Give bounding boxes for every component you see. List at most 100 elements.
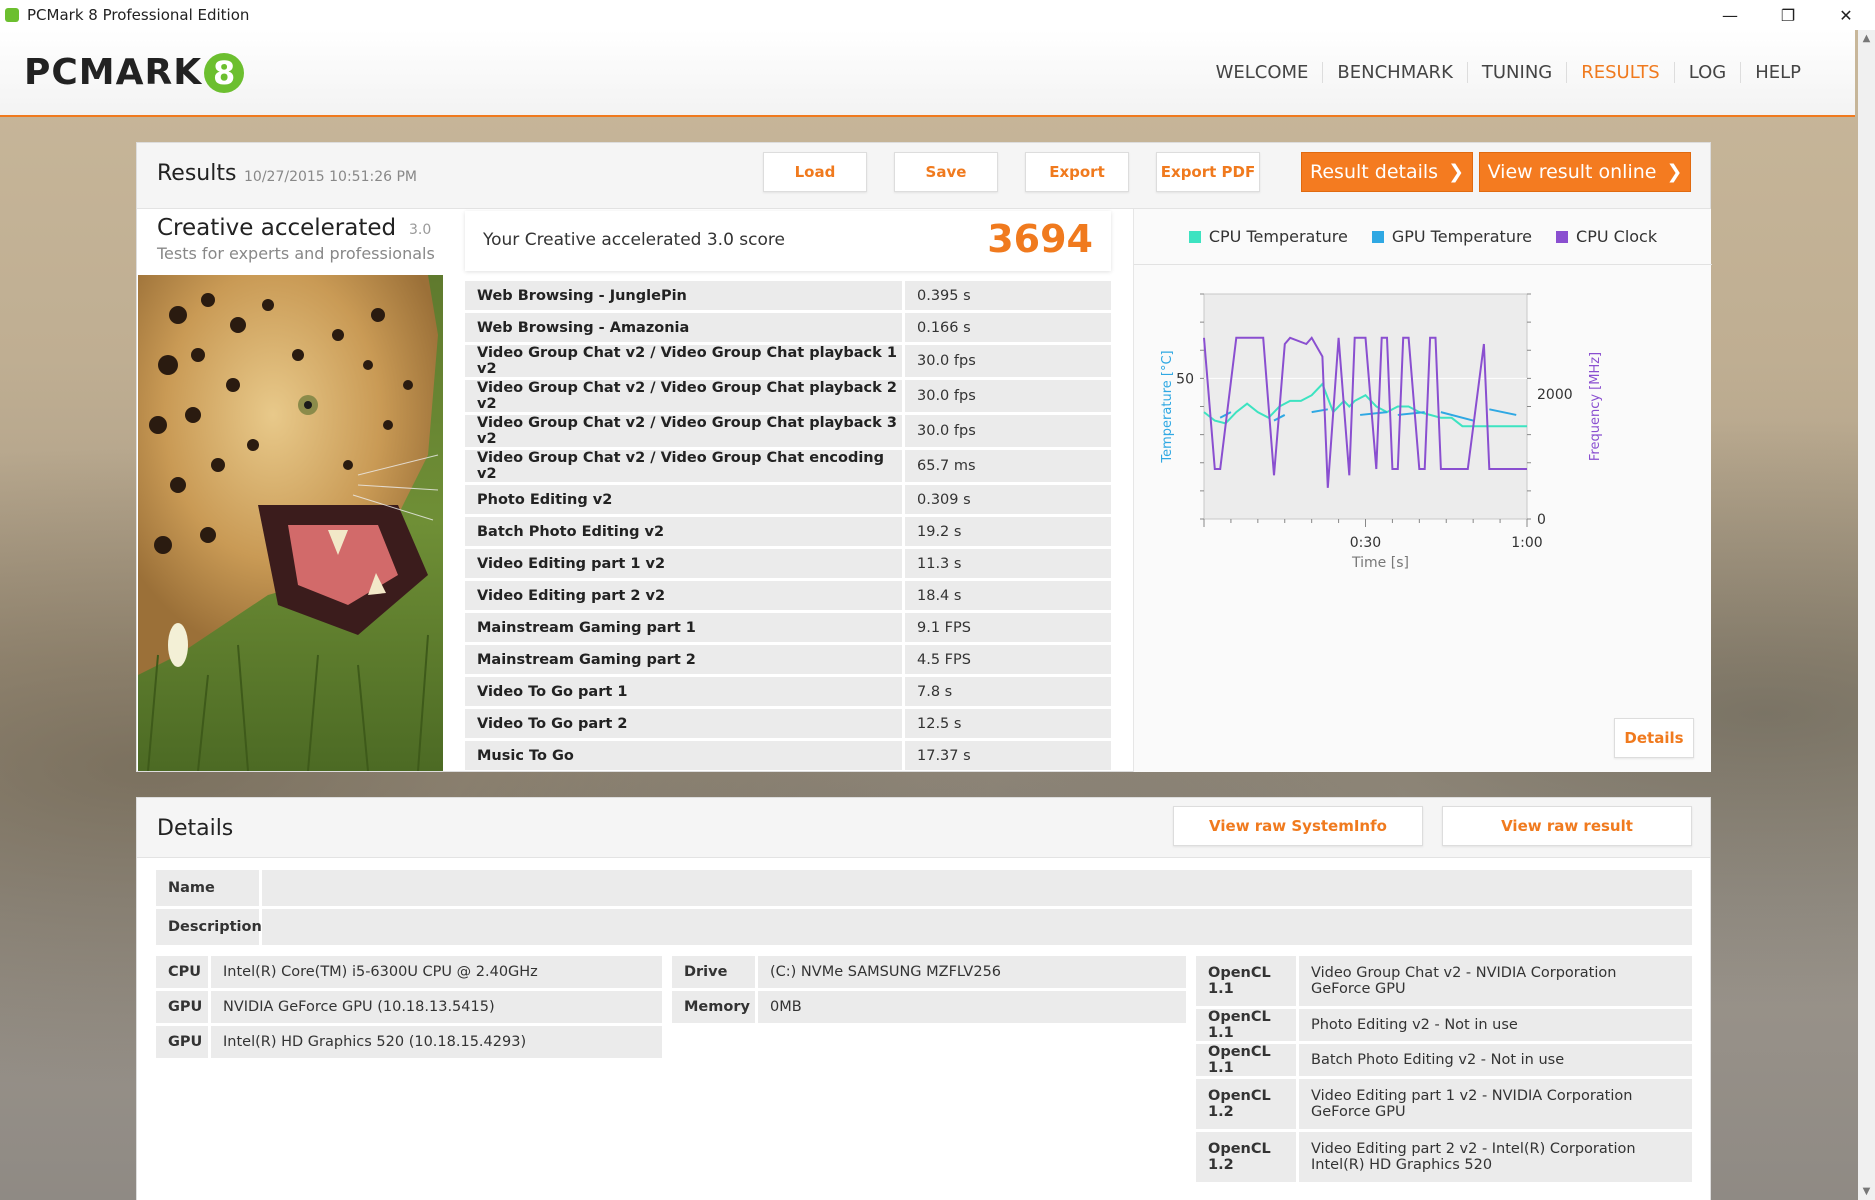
score-row: Video Group Chat v2 / Video Group Chat e… [465, 450, 1111, 482]
restore-button[interactable]: ❐ [1759, 0, 1817, 30]
info-row: Drive (C:) NVMe SAMSUNG MZFLV256 [672, 956, 1186, 988]
y-left-axis-label: Temperature [°C] [1160, 350, 1175, 463]
info-row: Memory 0MB [672, 991, 1186, 1023]
score-row-name: Mainstream Gaming part 1 [465, 613, 905, 642]
score-row-value: 4.5 FPS [905, 645, 1111, 674]
score-row-name: Mainstream Gaming part 2 [465, 645, 905, 674]
name-value[interactable] [262, 870, 1692, 906]
score-box: Your Creative accelerated 3.0 score 3694 [465, 211, 1111, 271]
score-row: Photo Editing v2 0.309 s [465, 485, 1111, 514]
chart-details-button[interactable]: Details [1614, 718, 1694, 758]
nav-results[interactable]: RESULTS [1566, 62, 1673, 83]
score-row: Music To Go 17.37 s [465, 741, 1111, 770]
scroll-down-icon[interactable]: ▼ [1858, 1183, 1875, 1200]
details-panel: Details View raw SystemInfo View raw res… [136, 797, 1711, 1200]
score-row-value: 18.4 s [905, 581, 1111, 610]
nav-tuning[interactable]: TUNING [1466, 62, 1566, 83]
nav-benchmark[interactable]: BENCHMARK [1322, 62, 1466, 83]
info-key: OpenCL 1.2 [1196, 1132, 1299, 1182]
score-row: Web Browsing - Amazonia 0.166 s [465, 313, 1111, 342]
description-value[interactable] [262, 909, 1692, 945]
view-raw-result-button[interactable]: View raw result [1442, 806, 1692, 846]
legend-swatch [1556, 230, 1569, 243]
export-pdf-button[interactable]: Export PDF [1156, 152, 1260, 192]
hardware-list-left: CPU Intel(R) Core(TM) i5-6300U CPU @ 2.40… [156, 956, 662, 1058]
minimize-button[interactable]: — [1701, 0, 1759, 30]
score-row-value: 7.8 s [905, 677, 1111, 706]
nav-welcome[interactable]: WELCOME [1202, 62, 1323, 83]
info-key: OpenCL 1.2 [1196, 1079, 1299, 1129]
score-row: Video Editing part 1 v2 11.3 s [465, 549, 1111, 578]
score-row-value: 0.309 s [905, 485, 1111, 514]
score-row-value: 17.37 s [905, 741, 1111, 770]
results-header: Results 10/27/2015 10:51:26 PM Load Save… [137, 143, 1710, 209]
info-row: OpenCL 1.2 Video Editing part 2 v2 - Inte… [1196, 1132, 1692, 1182]
score-row: Batch Photo Editing v2 19.2 s [465, 517, 1111, 546]
chevron-right-icon: ❯ [1448, 161, 1464, 183]
legend-cpu-clock[interactable]: CPU Clock [1556, 227, 1657, 246]
x-tick-label: 1:00 [1511, 535, 1542, 551]
score-row-name: Music To Go [465, 741, 905, 770]
x-axis-label: Time [s] [1351, 555, 1409, 569]
info-value: Batch Photo Editing v2 - Not in use [1299, 1044, 1692, 1076]
score-row: Web Browsing - JunglePin 0.395 s [465, 281, 1111, 310]
benchmark-name: Creative accelerated [157, 215, 397, 241]
info-row: GPU Intel(R) HD Graphics 520 (10.18.15.42… [156, 1026, 662, 1058]
view-result-online-button[interactable]: View result online ❯ [1479, 152, 1691, 192]
score-row-value: 65.7 ms [905, 450, 1111, 482]
nav-log[interactable]: LOG [1673, 62, 1741, 83]
export-button[interactable]: Export [1025, 152, 1129, 192]
score-row-name: Video Group Chat v2 / Video Group Chat e… [465, 450, 905, 482]
score-row-name: Video Group Chat v2 / Video Group Chat p… [465, 380, 905, 412]
score-row-value: 9.1 FPS [905, 613, 1111, 642]
info-row: OpenCL 1.1 Batch Photo Editing v2 - Not i… [1196, 1044, 1692, 1076]
logo-text: PCMARK [24, 52, 203, 93]
chart-legend: CPU Temperature GPU Temperature CPU Cloc… [1134, 209, 1712, 265]
logo-badge: 8 [204, 52, 245, 93]
score-row-value: 19.2 s [905, 517, 1111, 546]
y-right-tick-label: 0 [1537, 512, 1546, 528]
description-label: Description [156, 909, 262, 945]
info-value: (C:) NVMe SAMSUNG MZFLV256 [758, 956, 1186, 988]
score-row-value: 0.395 s [905, 281, 1111, 310]
close-button[interactable]: ✕ [1817, 0, 1875, 30]
score-row: Video Group Chat v2 / Video Group Chat p… [465, 345, 1111, 377]
legend-label: CPU Temperature [1208, 227, 1348, 246]
info-value: Intel(R) HD Graphics 520 (10.18.15.4293) [211, 1026, 662, 1058]
legend-gpu-temperature[interactable]: GPU Temperature [1371, 227, 1533, 246]
info-key: GPU [156, 991, 211, 1023]
main-nav: WELCOME BENCHMARK TUNING RESULTS LOG HEL… [1202, 62, 1815, 83]
opencl-list: OpenCL 1.1 Video Group Chat v2 - NVIDIA C… [1196, 956, 1692, 1182]
window-titlebar: PCMark 8 Professional Edition — ❐ ✕ [0, 0, 1875, 30]
info-value: Intel(R) Core(TM) i5-6300U CPU @ 2.40GHz [211, 956, 662, 988]
legend-cpu-temperature[interactable]: CPU Temperature [1188, 227, 1348, 246]
scroll-up-icon[interactable]: ▲ [1858, 30, 1875, 47]
result-details-button[interactable]: Result details ❯ [1301, 152, 1473, 192]
score-row: Video Editing part 2 v2 18.4 s [465, 581, 1111, 610]
score-row-value: 0.166 s [905, 313, 1111, 342]
info-value: Video Editing part 2 v2 - Intel(R) Corpo… [1299, 1132, 1692, 1182]
benchmark-version: 3.0 [409, 222, 432, 238]
score-row: Mainstream Gaming part 2 4.5 FPS [465, 645, 1111, 674]
y-right-axis-label: Frequency [MHz] [1588, 352, 1603, 461]
app-header: PCMARK 8 WELCOME BENCHMARK TUNING RESULT… [0, 30, 1855, 117]
hardware-list-mid: Drive (C:) NVMe SAMSUNG MZFLV256 Memory 0MB [672, 956, 1186, 1023]
legend-swatch [1188, 230, 1201, 243]
vertical-scrollbar[interactable]: ▲ ▼ [1858, 30, 1875, 1200]
legend-label: CPU Clock [1576, 227, 1658, 246]
info-value: Photo Editing v2 - Not in use [1299, 1009, 1692, 1041]
legend-label: GPU Temperature [1391, 227, 1533, 246]
benchmark-subtitle: Tests for experts and professionals [157, 244, 435, 263]
result-details-label: Result details [1310, 161, 1439, 183]
benchmark-image-leopard [138, 275, 443, 771]
info-row: OpenCL 1.1 Photo Editing v2 - Not in use [1196, 1009, 1692, 1041]
nav-help[interactable]: HELP [1740, 62, 1815, 83]
save-button[interactable]: Save [894, 152, 998, 192]
score-row-name: Video Group Chat v2 / Video Group Chat p… [465, 345, 905, 377]
load-button[interactable]: Load [763, 152, 867, 192]
view-raw-systeminfo-button[interactable]: View raw SystemInfo [1173, 806, 1423, 846]
score-row: Video To Go part 1 7.8 s [465, 677, 1111, 706]
score-label: Your Creative accelerated 3.0 score [483, 230, 785, 250]
chart-plot: 50 2000 0 0:30 1:00 Time [s] Temperature [°C] F… [1160, 293, 1603, 569]
score-row-name: Photo Editing v2 [465, 485, 905, 514]
